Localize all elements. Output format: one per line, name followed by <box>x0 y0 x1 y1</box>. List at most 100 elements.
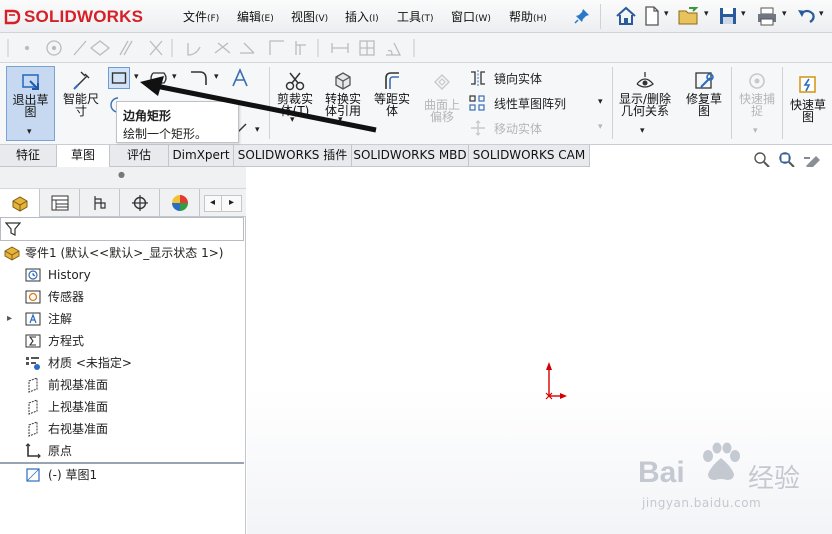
offset-on-surface-icon <box>434 74 450 90</box>
print-dropdown-icon[interactable]: ▾ <box>782 9 787 19</box>
tab-solidworks-mbd[interactable]: SOLIDWORKS MBD <box>352 145 469 167</box>
tree-item-annotations[interactable]: ▸ 注解 <box>0 308 244 330</box>
rapid-sketch-button[interactable]: 快速草图 <box>784 66 832 126</box>
save-dropdown-icon[interactable]: ▾ <box>741 9 746 19</box>
menu-help[interactable]: 帮助(H) <box>509 8 547 25</box>
tab-features[interactable]: 特征 <box>0 145 57 167</box>
scroll-right-icon[interactable]: ▸ <box>229 197 234 208</box>
undo-dropdown-icon[interactable]: ▾ <box>819 9 824 19</box>
quick-snaps-button[interactable]: 快速捕捉 ▾ <box>734 66 780 136</box>
repair-sketch-icon <box>695 72 714 89</box>
save-icon[interactable] <box>717 5 739 27</box>
baidu-watermark: Bai 经验 jingyan.baidu.com <box>636 440 826 520</box>
rapid-sketch-icon <box>799 76 816 93</box>
repair-sketch-button[interactable]: 修复草图 <box>680 66 728 126</box>
tree-item-front-plane[interactable]: 前视基准面 <box>0 374 244 396</box>
baidu-paw-logo <box>703 442 740 480</box>
zoom-to-fit-icon[interactable] <box>754 152 770 168</box>
sketch-toolbar <box>0 33 832 63</box>
new-document-icon[interactable] <box>643 5 661 27</box>
panel-tab-scroller[interactable]: ◂ ▸ <box>204 195 242 212</box>
material-icon <box>26 357 40 370</box>
solidworks-logo[interactable]: SOLIDWORKS <box>4 4 156 30</box>
filter-icon[interactable] <box>5 221 21 237</box>
smart-dimension-icon <box>73 71 90 90</box>
exit-sketch-button[interactable]: 退出草图 ▾ <box>6 66 55 141</box>
menu-edit[interactable]: 编辑(E) <box>237 8 274 25</box>
open-folder-icon[interactable] <box>677 5 701 27</box>
offset-on-surface-button[interactable]: 曲面上 偏移 <box>418 66 466 123</box>
tab-evaluate[interactable]: 评估 <box>110 145 169 167</box>
menu-tools[interactable]: 工具(T) <box>397 8 434 25</box>
display-manager-icon <box>172 195 188 211</box>
tab-property-manager[interactable] <box>40 189 80 217</box>
expand-arrow-icon[interactable]: ▸ <box>7 308 12 330</box>
plane-icon <box>28 399 38 415</box>
menu-view[interactable]: 视图(V) <box>291 8 328 25</box>
equations-icon <box>25 334 41 348</box>
tree-root-part[interactable]: 零件1 (默认<<默认>_显示状态 1>) <box>0 242 244 264</box>
move-entities-button[interactable]: 移动实体 ▾ <box>468 118 604 138</box>
splitter-grip-icon[interactable]: ● <box>118 170 125 179</box>
tree-item-material[interactable]: 材质 <未指定> <box>0 352 244 374</box>
tree-item-history[interactable]: History <box>0 264 244 286</box>
annotations-icon <box>25 312 41 326</box>
tab-dimxpert[interactable]: DimXpert <box>169 145 234 167</box>
tree-filter-box[interactable] <box>0 217 244 241</box>
dimxpert-crosshair-icon <box>132 195 148 211</box>
linear-pattern-icon <box>469 95 485 111</box>
exit-sketch-dropdown-icon[interactable]: ▾ <box>27 127 32 137</box>
origin-icon <box>25 443 41 459</box>
rectangle-icon <box>111 72 127 84</box>
smart-dimension-button[interactable]: 智能尺寸 <box>57 66 105 121</box>
mirror-entities-button[interactable]: 镜向实体 <box>468 68 588 88</box>
print-icon[interactable] <box>755 5 779 27</box>
panel-splitter[interactable]: ● <box>0 167 246 189</box>
plane-icon <box>28 421 38 437</box>
quick-snaps-dropdown-icon[interactable]: ▾ <box>753 126 758 136</box>
tree-item-sensors[interactable]: 传感器 <box>0 286 244 308</box>
home-icon[interactable] <box>614 5 638 27</box>
tree-item-sketch1[interactable]: (-) 草图1 <box>0 464 244 486</box>
part-icon <box>4 246 20 261</box>
panel-tabs: ◂ ▸ <box>0 189 246 217</box>
mirror-icon <box>471 70 485 86</box>
zoom-to-area-icon[interactable] <box>779 152 795 168</box>
logo-text: SOLIDWORKS <box>24 7 144 26</box>
tree-item-origin[interactable]: 原点 <box>0 440 244 462</box>
menu-window[interactable]: 窗口(W) <box>451 8 491 25</box>
open-dropdown-icon[interactable]: ▾ <box>704 9 709 19</box>
menu-file[interactable]: 文件(F) <box>183 8 219 25</box>
move-dropdown-icon[interactable]: ▾ <box>598 122 603 132</box>
tab-feature-manager[interactable] <box>0 189 40 217</box>
new-dropdown-icon[interactable]: ▾ <box>664 9 669 19</box>
tab-dimxpert-manager[interactable] <box>120 189 160 217</box>
history-icon <box>25 268 41 282</box>
feature-manager-panel: ● ◂ ▸ 零件1 (默认<<默认>_显示状态 1>) History 传感器 … <box>0 167 246 534</box>
move-icon <box>471 120 485 136</box>
relations-eye-icon <box>636 72 654 88</box>
tab-solidworks-cam[interactable]: SOLIDWORKS CAM <box>469 145 590 167</box>
corner-rectangle-button[interactable] <box>108 67 130 89</box>
plane-icon <box>28 377 38 393</box>
feature-manager-icon <box>12 196 28 212</box>
sketch-icon <box>26 468 40 482</box>
tab-sketch[interactable]: 草图 <box>57 145 110 167</box>
tree-item-top-plane[interactable]: 上视基准面 <box>0 396 244 418</box>
menu-insert[interactable]: 插入(I) <box>345 8 379 25</box>
display-delete-relations-button[interactable]: 显示/删除 几何关系 ▾ <box>614 66 676 136</box>
quick-snaps-icon <box>749 73 765 89</box>
scroll-left-icon[interactable]: ◂ <box>210 197 215 208</box>
exit-sketch-icon <box>22 74 39 90</box>
tree-item-equations[interactable]: 方程式 <box>0 330 244 352</box>
pin-icon[interactable] <box>574 8 590 24</box>
linear-sketch-pattern-button[interactable]: 线性草图阵列 ▾ <box>468 93 604 113</box>
tab-configuration-manager[interactable] <box>80 189 120 217</box>
undo-icon[interactable] <box>795 5 817 27</box>
pattern-dropdown-icon[interactable]: ▾ <box>598 97 603 107</box>
relations-dropdown-icon[interactable]: ▾ <box>640 126 645 136</box>
tab-display-manager[interactable] <box>160 189 200 217</box>
tree-item-right-plane[interactable]: 右视基准面 <box>0 418 244 440</box>
configuration-manager-icon <box>94 196 106 210</box>
tab-solidworks-addins[interactable]: SOLIDWORKS 插件 <box>234 145 352 167</box>
